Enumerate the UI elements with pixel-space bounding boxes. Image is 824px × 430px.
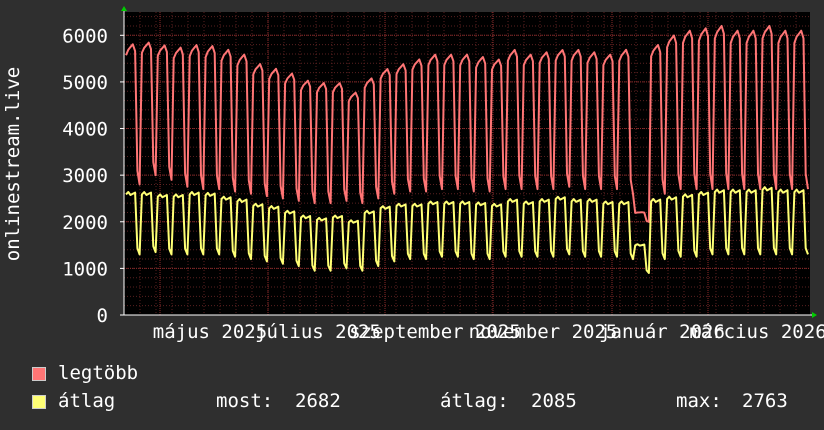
- y-tick-label: 1000: [62, 258, 108, 280]
- stat-max-label: max:: [676, 390, 722, 412]
- stat-avg-value: 2085: [531, 390, 577, 412]
- chart: 0 1000 2000 3000 4000 5000 6000 május 2025júli…: [2, 6, 824, 343]
- legend-label-max: legtöbb: [58, 362, 139, 384]
- y-axis-arrow-icon: [121, 6, 127, 11]
- stat-avg-label: átlag:: [440, 390, 509, 412]
- y-tick-label: 5000: [62, 72, 108, 94]
- stat-now-value: 2682: [295, 390, 341, 412]
- y-tick-label: 4000: [62, 119, 108, 141]
- legend-swatch-max: [32, 367, 46, 381]
- x-tick-label: március 2026: [689, 321, 824, 343]
- y-axis-label: onlinestream.live: [2, 67, 24, 261]
- x-tick-label: május 2025: [153, 321, 267, 343]
- x-tick-labels: május 2025július 2025szeptember 2025nove…: [153, 321, 824, 343]
- stat-max-value: 2763: [742, 390, 788, 412]
- x-tick-label: november 2025: [469, 321, 618, 343]
- y-tick-labels: 0 1000 2000 3000 4000 5000 6000: [62, 25, 108, 327]
- legend-label-avg: átlag: [58, 390, 116, 412]
- y-tick-label: 0: [97, 305, 108, 327]
- x-axis-arrow-icon: [812, 312, 817, 318]
- stat-now-label: most:: [216, 390, 274, 412]
- y-tick-label: 3000: [62, 165, 108, 187]
- y-tick-label: 2000: [62, 212, 108, 234]
- y-tick-label: 6000: [62, 25, 108, 47]
- legend-swatch-avg: [32, 395, 46, 409]
